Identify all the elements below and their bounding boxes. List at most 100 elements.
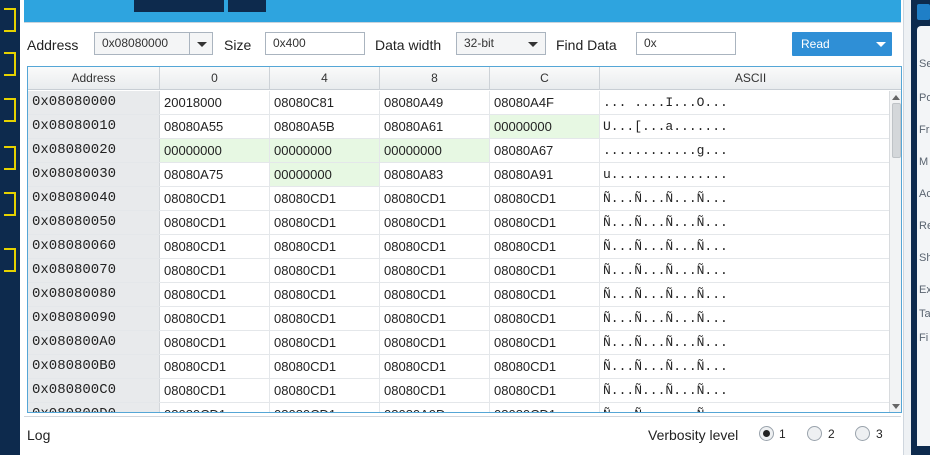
table-row[interactable]: 0x080800B0 08080CD1 08080CD1 08080CD1 08080C… xyxy=(28,355,889,379)
memory-cell[interactable]: 08080CD1 xyxy=(490,187,600,210)
memory-cell[interactable]: 08080CD1 xyxy=(490,259,600,282)
vertical-scrollbar[interactable] xyxy=(889,91,901,412)
sidebar-tab-icon[interactable] xyxy=(4,8,16,32)
memory-cell[interactable]: 08080CD1 xyxy=(380,379,490,402)
panel-item[interactable]: Ta xyxy=(919,308,930,320)
table-row[interactable]: 0x080800C0 08080CD1 08080CD1 08080CD1 08080C… xyxy=(28,379,889,403)
memory-cell[interactable]: 08080CD1 xyxy=(160,259,270,282)
scroll-up-icon[interactable] xyxy=(892,95,900,100)
column-header-c[interactable]: C xyxy=(490,67,600,90)
table-row[interactable]: 0x08080040 08080CD1 08080CD1 08080CD1 08080C… xyxy=(28,187,889,211)
memory-cell[interactable]: 08080A75 xyxy=(160,163,270,186)
memory-cell[interactable]: 08080CD1 xyxy=(270,211,380,234)
tab-memory[interactable] xyxy=(134,0,224,12)
memory-cell[interactable]: 08080CD1 xyxy=(270,355,380,378)
memory-cell[interactable]: 08080CD1 xyxy=(160,379,270,402)
memory-cell[interactable]: 08080A55 xyxy=(160,115,270,138)
memory-cell[interactable]: 08080CD1 xyxy=(490,355,600,378)
table-row[interactable]: 0x08080020 00000000 00000000 00000000 08080A… xyxy=(28,139,889,163)
tab-other[interactable] xyxy=(228,0,266,12)
sidebar-tab-icon[interactable] xyxy=(4,52,16,76)
memory-cell[interactable]: 20018000 xyxy=(160,91,270,114)
memory-cell[interactable]: 00000000 xyxy=(380,139,490,162)
column-header-ascii[interactable]: ASCII xyxy=(600,67,901,90)
memory-cell[interactable]: 08080A83 xyxy=(380,163,490,186)
memory-cell[interactable]: 08080CD1 xyxy=(380,187,490,210)
memory-cell[interactable]: 08080CD1 xyxy=(380,211,490,234)
memory-cell[interactable]: 08080CD1 xyxy=(380,235,490,258)
memory-cell[interactable]: 08080CD1 xyxy=(490,211,600,234)
memory-cell[interactable]: 08080CD1 xyxy=(380,307,490,330)
sidebar-tab-icon[interactable] xyxy=(4,248,16,272)
table-row[interactable]: 0x080800A0 08080CD1 08080CD1 08080CD1 08080C… xyxy=(28,331,889,355)
address-dropdown-icon[interactable] xyxy=(189,32,213,55)
column-header-address[interactable]: Address xyxy=(28,67,160,90)
memory-cell[interactable]: 08080CD1 xyxy=(490,379,600,402)
panel-item[interactable]: Sh xyxy=(919,252,930,264)
sidebar-tab-icon[interactable] xyxy=(4,146,16,170)
memory-cell[interactable]: 00000000 xyxy=(270,139,380,162)
memory-cell[interactable]: 08080A9D xyxy=(380,403,490,412)
memory-cell[interactable]: 08080CD1 xyxy=(160,211,270,234)
memory-cell[interactable]: 08080CD1 xyxy=(160,331,270,354)
memory-cell[interactable]: 08080CD1 xyxy=(490,331,600,354)
panel-item[interactable]: Ex xyxy=(919,284,930,296)
sidebar-tab-icon[interactable] xyxy=(4,192,16,216)
memory-cell[interactable]: 08080A4F xyxy=(490,91,600,114)
scroll-down-icon[interactable] xyxy=(892,404,900,409)
memory-cell[interactable]: 08080CD1 xyxy=(160,307,270,330)
panel-splitter[interactable] xyxy=(903,0,911,455)
panel-item[interactable]: M xyxy=(919,156,930,168)
table-row[interactable]: 0x08080090 08080CD1 08080CD1 08080CD1 08080C… xyxy=(28,307,889,331)
memory-cell[interactable]: 08080CD1 xyxy=(270,331,380,354)
table-row[interactable]: 0x08080050 08080CD1 08080CD1 08080CD1 08080C… xyxy=(28,211,889,235)
panel-item[interactable]: Se xyxy=(919,58,930,70)
table-row[interactable]: 0x08080010 08080A55 08080A5B 08080A61 000000… xyxy=(28,115,889,139)
memory-cell[interactable]: 08080C81 xyxy=(270,91,380,114)
memory-cell[interactable]: 08080CD1 xyxy=(380,259,490,282)
table-row[interactable]: 0x08080000 20018000 08080C81 08080A49 08080A… xyxy=(28,91,889,115)
memory-cell[interactable]: 08080CD1 xyxy=(380,283,490,306)
memory-cell[interactable]: 08080CD1 xyxy=(380,331,490,354)
memory-cell[interactable]: 08080CD1 xyxy=(490,307,600,330)
memory-cell[interactable]: 08080CD1 xyxy=(270,235,380,258)
column-header-0[interactable]: 0 xyxy=(160,67,270,90)
table-row[interactable]: 0x08080080 08080CD1 08080CD1 08080CD1 08080C… xyxy=(28,283,889,307)
memory-cell[interactable]: 08080A67 xyxy=(490,139,600,162)
memory-cell[interactable]: 08080CD1 xyxy=(270,259,380,282)
memory-cell[interactable]: 08080CD1 xyxy=(270,379,380,402)
panel-item[interactable]: Fr xyxy=(919,124,930,136)
memory-cell[interactable]: 08080CD1 xyxy=(270,307,380,330)
verbosity-radio-2[interactable] xyxy=(807,426,822,441)
column-header-8[interactable]: 8 xyxy=(380,67,490,90)
scroll-thumb[interactable] xyxy=(892,103,901,158)
verbosity-radio-3[interactable] xyxy=(855,426,870,441)
size-input[interactable]: 0x400 xyxy=(265,32,365,55)
memory-cell[interactable]: 08080A91 xyxy=(490,163,600,186)
panel-item[interactable]: Ac xyxy=(919,188,930,200)
memory-cell[interactable]: 08080CD1 xyxy=(160,355,270,378)
memory-cell[interactable]: 08080CD1 xyxy=(160,403,270,412)
panel-item[interactable]: Re xyxy=(919,220,930,232)
memory-cell[interactable]: 08080A5B xyxy=(270,115,380,138)
read-button[interactable]: Read xyxy=(792,32,892,56)
memory-cell[interactable]: 00000000 xyxy=(160,139,270,162)
memory-cell[interactable]: 08080A49 xyxy=(380,91,490,114)
address-input[interactable]: 0x08080000 xyxy=(94,32,190,55)
table-row[interactable]: 0x08080070 08080CD1 08080CD1 08080CD1 08080C… xyxy=(28,259,889,283)
table-row[interactable]: 0x08080030 08080A75 00000000 08080A83 08080A… xyxy=(28,163,889,187)
memory-cell[interactable]: 00000000 xyxy=(270,163,380,186)
memory-cell[interactable]: 08080CD1 xyxy=(270,283,380,306)
memory-cell[interactable]: 00000000 xyxy=(490,115,600,138)
memory-cell[interactable]: 08080CD1 xyxy=(160,283,270,306)
find-data-input[interactable]: 0x xyxy=(636,32,736,55)
panel-item[interactable]: Fi xyxy=(919,332,930,344)
memory-cell[interactable]: 08080CD1 xyxy=(160,235,270,258)
panel-tab[interactable] xyxy=(917,4,930,20)
memory-cell[interactable]: 08080CD1 xyxy=(490,283,600,306)
verbosity-radio-1[interactable] xyxy=(759,426,774,441)
memory-cell[interactable]: 08080CD1 xyxy=(380,355,490,378)
memory-cell[interactable]: 08080CD1 xyxy=(270,187,380,210)
table-row[interactable]: 0x080800D008080CD108080CD108080A9D08080C… xyxy=(28,403,889,412)
memory-cell[interactable]: 08080CD1 xyxy=(490,235,600,258)
